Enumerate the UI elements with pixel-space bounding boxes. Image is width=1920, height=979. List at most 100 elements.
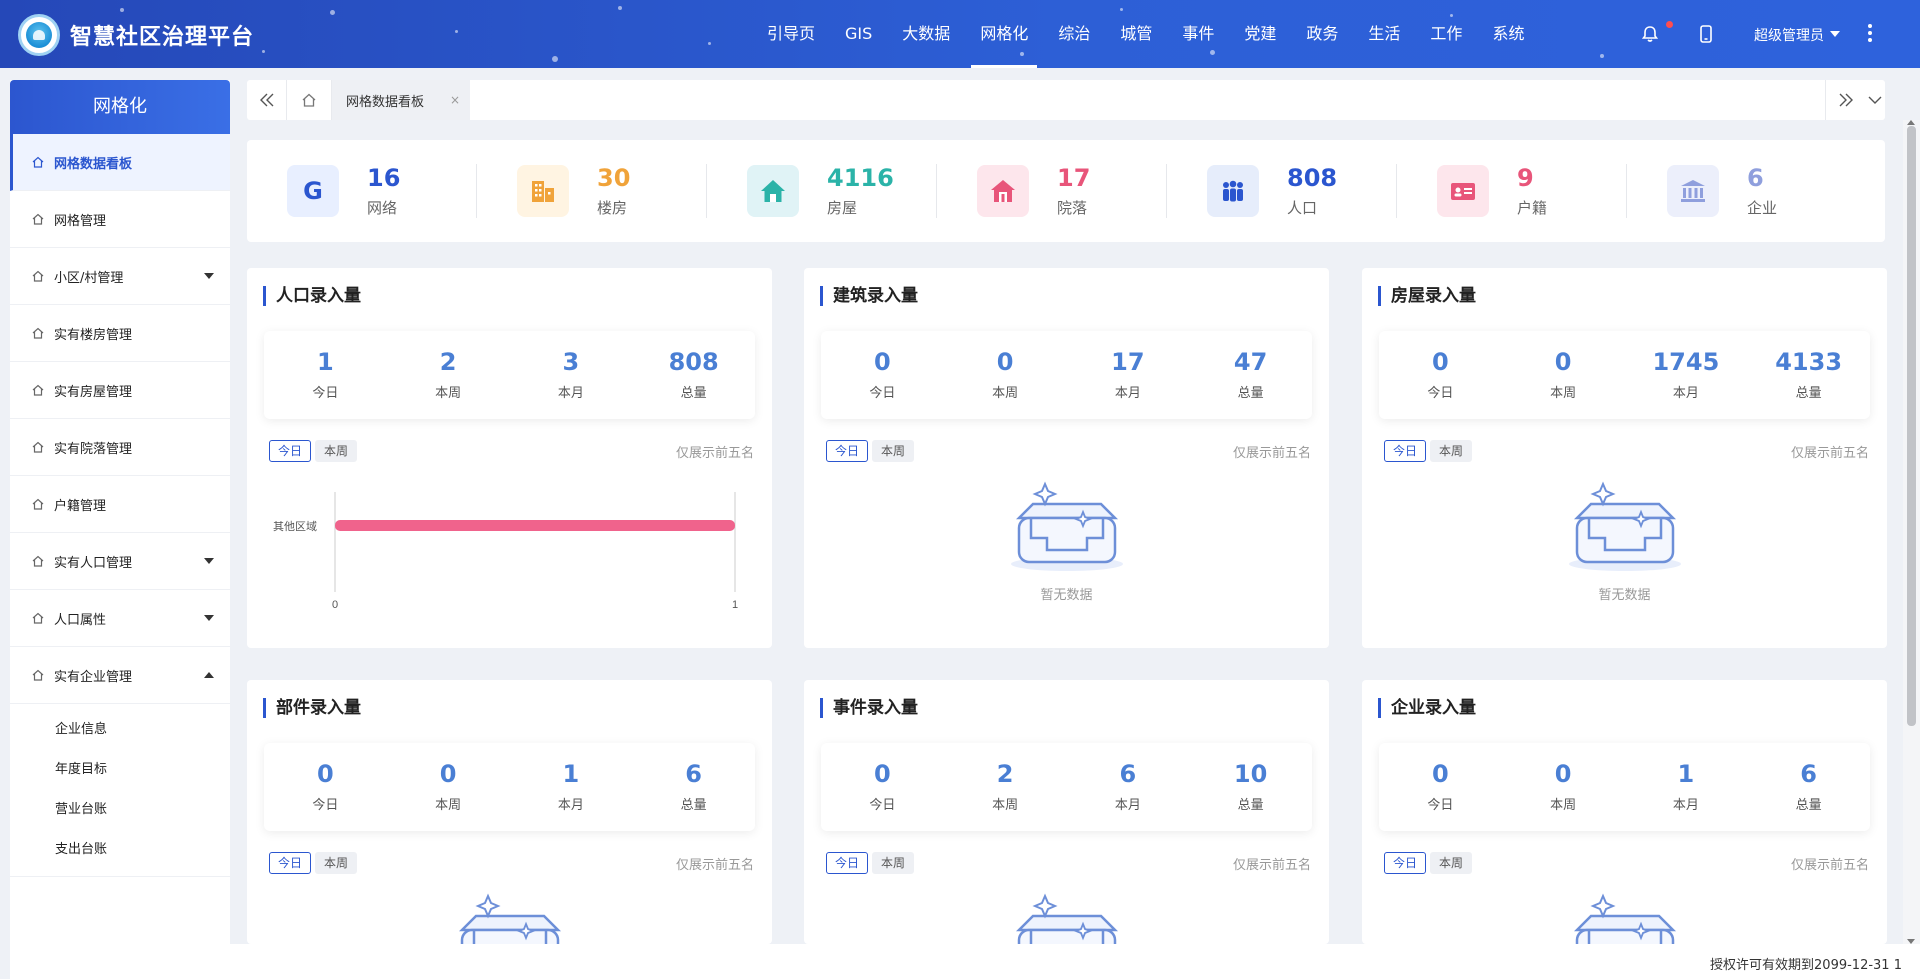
week-value: 0 (439, 760, 457, 788)
sidebar-item-household-register[interactable]: 户籍管理 (10, 476, 230, 533)
sidebar-item-grid-management[interactable]: 网格管理 (10, 191, 230, 248)
close-icon[interactable]: × (450, 93, 460, 107)
toggle-today-button[interactable]: 今日 (269, 440, 312, 462)
total-value: 47 (1233, 348, 1268, 376)
scrollbar-thumb[interactable] (1907, 126, 1916, 726)
toggle-week-button[interactable]: 本周 (315, 440, 358, 462)
people-icon (1207, 165, 1259, 217)
sidebar-item-label: 实有企业管理 (54, 669, 133, 685)
bell-icon[interactable] (1640, 24, 1660, 44)
sidebar-item-label: 小区/村管理 (54, 270, 124, 286)
nav-item-life[interactable]: 生活 (1353, 0, 1415, 68)
population-bar-chart: 其他区域 0 1 (273, 492, 738, 611)
period-toggle: 今日 本周 (269, 440, 361, 462)
toggle-today-button[interactable]: 今日 (269, 852, 312, 874)
stat-courtyards[interactable]: 17 院落 (937, 140, 1167, 242)
sidebar-item-population[interactable]: 实有人口管理 (10, 533, 230, 590)
toggle-week-button[interactable]: 本周 (1430, 852, 1473, 874)
toggle-today-button[interactable]: 今日 (826, 852, 869, 874)
stat-label: 人口 (1287, 199, 1318, 217)
home-icon (32, 327, 44, 339)
sidebar-item-houses[interactable]: 实有房屋管理 (10, 362, 230, 419)
sidebar-item-label: 实有楼房管理 (54, 327, 133, 343)
top5-note: 仅展示前五名 (675, 446, 754, 461)
stat-houses[interactable]: 4116 房屋 (707, 140, 937, 242)
nav-item-comprehensive[interactable]: 综治 (1043, 0, 1105, 68)
toggle-week-button[interactable]: 本周 (315, 852, 358, 874)
empty-label: 暂无数据 (1598, 588, 1651, 603)
stat-label: 户籍 (1517, 199, 1548, 217)
chart-bar (335, 520, 735, 531)
footer: 授权许可有效期到2099-12-31 1 (230, 944, 1920, 979)
more-vertical-icon[interactable] (1868, 24, 1872, 44)
nav-item-grid[interactable]: 网格化 (965, 0, 1043, 68)
tabs-menu-button[interactable] (1865, 80, 1885, 120)
toggle-week-button[interactable]: 本周 (872, 440, 915, 462)
home-tab-button[interactable] (287, 80, 332, 120)
empty-box-icon (1568, 481, 1681, 571)
sidebar: 网格化 网格数据看板 网格管理 小区/村管理 实有楼房管理 实有房屋管理 实有院… (10, 80, 230, 979)
sidebar-subitem-business-ledger[interactable]: 营业台账 (10, 790, 230, 830)
app-logo[interactable] (18, 14, 60, 56)
sidebar-item-population-attributes[interactable]: 人口属性 (10, 590, 230, 647)
app-title: 智慧社区治理平台 (70, 25, 255, 50)
sidebar-item-courtyards[interactable]: 实有院落管理 (10, 419, 230, 476)
nav-item-guide[interactable]: 引导页 (752, 0, 830, 68)
nav-item-bigdata[interactable]: 大数据 (887, 0, 965, 68)
nav-item-government[interactable]: 政务 (1291, 0, 1353, 68)
toggle-week-button[interactable]: 本周 (1430, 440, 1473, 462)
nav-item-urban[interactable]: 城管 (1105, 0, 1167, 68)
toggle-today-button[interactable]: 今日 (826, 440, 869, 462)
month-value: 17 (1111, 348, 1145, 376)
tabs-scroll-right-button[interactable] (1825, 80, 1865, 120)
nav-item-system[interactable]: 系统 (1477, 0, 1539, 68)
mobile-icon[interactable] (1696, 24, 1716, 44)
chart-category-label: 其他区域 (273, 520, 317, 533)
caret-down-icon[interactable] (1830, 31, 1840, 37)
page-scrollbar[interactable] (1903, 120, 1920, 944)
home-icon (32, 384, 44, 396)
stat-enterprises[interactable]: 6 企业 (1627, 140, 1857, 242)
tabs-scroll-left-button[interactable] (247, 80, 287, 120)
tab-grid-dashboard[interactable]: 网格数据看板 × (332, 80, 470, 120)
nav-item-party[interactable]: 党建 (1229, 0, 1291, 68)
stat-grids[interactable]: G 16 网络 (247, 140, 477, 242)
toggle-today-button[interactable]: 今日 (1384, 852, 1427, 874)
month-label: 本月 (1114, 386, 1141, 401)
stat-household-register[interactable]: 9 户籍 (1397, 140, 1627, 242)
stat-buildings[interactable]: 30 楼房 (477, 140, 707, 242)
summary-box: 1 今日 2 本周 3 本月 808 总量 (264, 331, 755, 419)
month-label: 本月 (1672, 386, 1699, 401)
snow-dot (455, 30, 458, 33)
home-icon (32, 498, 44, 510)
user-menu[interactable]: 超级管理员 (1754, 25, 1824, 45)
nav-item-event[interactable]: 事件 (1167, 0, 1229, 68)
empty-box-icon (1015, 893, 1118, 944)
toggle-today-button[interactable]: 今日 (1384, 440, 1427, 462)
nav-item-gis[interactable]: GIS (830, 0, 887, 68)
week-label: 本周 (992, 386, 1019, 401)
sidebar-item-community[interactable]: 小区/村管理 (10, 248, 230, 305)
empty-state: 暂无数据 (1362, 890, 1887, 944)
nav-item-work[interactable]: 工作 (1415, 0, 1477, 68)
stat-population[interactable]: 808 人口 (1167, 140, 1397, 242)
card-title: 房屋录入量 (1378, 286, 1476, 306)
sidebar-item-grid-dashboard[interactable]: 网格数据看板 (10, 134, 230, 191)
summary-box: 0 今日 2 本周 6 本月 10 总量 (821, 743, 1312, 831)
today-label: 今日 (1427, 798, 1454, 813)
empty-box-icon (458, 893, 561, 944)
scroll-up-icon[interactable] (1907, 120, 1915, 125)
toggle-week-button[interactable]: 本周 (872, 852, 915, 874)
snow-dot (1600, 54, 1604, 58)
sidebar-item-buildings[interactable]: 实有楼房管理 (10, 305, 230, 362)
sidebar-subitem-annual-targets[interactable]: 年度目标 (10, 750, 230, 790)
sidebar-subitem-expense-ledger[interactable]: 支出台账 (10, 830, 230, 870)
empty-state: 暂无数据 (804, 478, 1329, 603)
total-value: 10 (1233, 760, 1268, 788)
sidebar-item-enterprises[interactable]: 实有企业管理 (10, 647, 230, 704)
sidebar-item-label: 实有院落管理 (54, 441, 133, 457)
today-value: 0 (1432, 760, 1449, 788)
sidebar-subitem-enterprise-info[interactable]: 企业信息 (10, 710, 230, 750)
today-value: 0 (874, 348, 891, 376)
empty-state: 暂无数据 (247, 890, 772, 944)
